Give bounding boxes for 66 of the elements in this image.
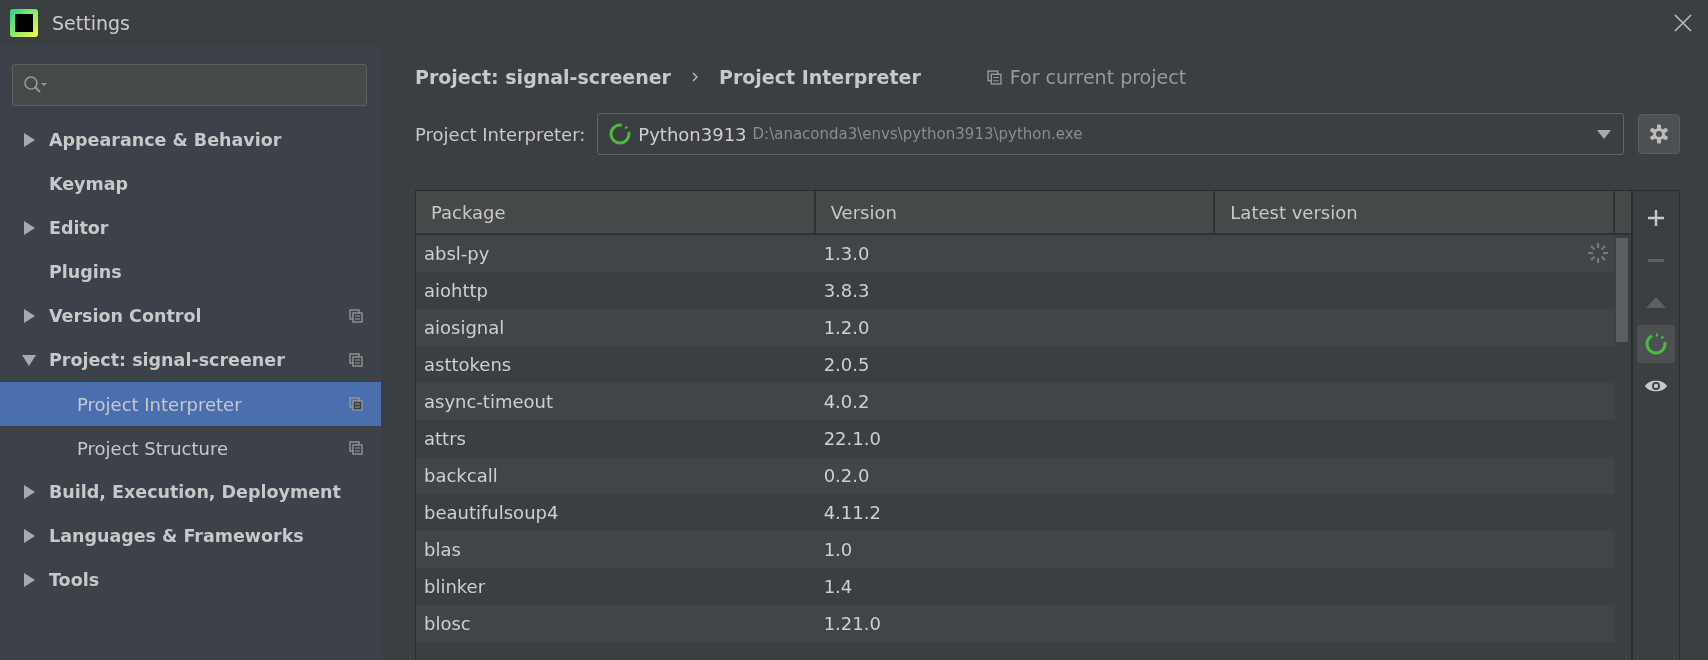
sidebar-item[interactable]: Editor bbox=[0, 206, 381, 250]
sidebar-item[interactable]: Keymap bbox=[0, 162, 381, 206]
table-cell-text: 0.2.0 bbox=[822, 464, 871, 488]
sidebar-item[interactable]: Appearance & Behavior bbox=[0, 118, 381, 162]
scrollbar-thumb[interactable] bbox=[1616, 238, 1628, 342]
expand-arrow-icon bbox=[22, 573, 36, 587]
table-cell-text: 2.0.5 bbox=[822, 353, 871, 377]
expand-arrow-icon bbox=[22, 309, 36, 323]
breadcrumb-item: Project: signal-screener bbox=[415, 66, 671, 88]
column-header[interactable]: Package bbox=[416, 191, 816, 233]
sidebar-item[interactable]: Build, Execution, Deployment bbox=[0, 470, 381, 514]
table-cell-text: 3.8.3 bbox=[822, 279, 871, 303]
breadcrumb-item: Project Interpreter bbox=[719, 66, 921, 88]
sidebar-item[interactable]: Tools bbox=[0, 558, 381, 602]
plus-icon bbox=[1647, 209, 1665, 227]
up-triangle-icon bbox=[1646, 296, 1666, 308]
table-cell-text: attrs bbox=[423, 427, 467, 451]
table-cell-text: beautifulsoup4 bbox=[423, 501, 560, 525]
sidebar-item[interactable]: Project Structure bbox=[0, 426, 381, 470]
table-cell-text: asttokens bbox=[423, 353, 513, 377]
table-cell-text: async-timeout bbox=[423, 390, 554, 414]
loading-ring-icon bbox=[608, 122, 633, 146]
table-cell-text: 1.3.0 bbox=[822, 242, 871, 266]
table-cell-text: 1.2.0 bbox=[822, 316, 871, 340]
search-icon bbox=[23, 75, 49, 95]
table-cell-text: 1.4 bbox=[822, 575, 854, 599]
column-header[interactable]: Version bbox=[815, 191, 1216, 233]
sidebar-item[interactable]: Version Control bbox=[0, 294, 381, 338]
chevron-icon bbox=[691, 71, 699, 83]
sidebar-item[interactable]: Plugins bbox=[0, 250, 381, 294]
scope-note: For current project bbox=[1009, 66, 1187, 88]
gear-icon bbox=[1649, 124, 1669, 144]
window-title: Settings bbox=[52, 12, 130, 34]
search-field[interactable] bbox=[12, 64, 367, 106]
table-cell-text: absl-py bbox=[423, 242, 491, 266]
table-cell-text: blas bbox=[423, 538, 462, 562]
table-cell-text: blinker bbox=[423, 575, 487, 599]
expand-arrow-icon bbox=[22, 221, 36, 235]
table-cell-text: 1.0 bbox=[822, 538, 854, 562]
expand-arrow-icon bbox=[22, 485, 36, 499]
sidebar-item[interactable]: Languages & Frameworks bbox=[0, 514, 381, 558]
spinner-icon bbox=[1587, 242, 1609, 264]
table-cell-text: aiosignal bbox=[423, 316, 506, 340]
column-header[interactable]: Latest version bbox=[1215, 191, 1615, 233]
table-cell-text: 22.1.0 bbox=[822, 427, 882, 451]
app-logo-icon bbox=[10, 9, 38, 37]
expand-arrow-icon bbox=[22, 133, 36, 147]
table-cell-text: blosc bbox=[423, 612, 472, 636]
dropdown-arrow-icon bbox=[1597, 129, 1611, 139]
eye-icon bbox=[1644, 378, 1668, 394]
settings-button[interactable] bbox=[1638, 114, 1680, 154]
minus-icon bbox=[1647, 258, 1665, 262]
sidebar-item[interactable]: Project: signal-screener bbox=[0, 338, 381, 382]
expand-arrow-icon bbox=[22, 353, 36, 367]
conda-button[interactable] bbox=[1637, 325, 1675, 363]
interpreter-label: Project Interpreter: bbox=[415, 123, 586, 145]
table-cell-text: 1.21.0 bbox=[822, 612, 882, 636]
table-cell-text: 4.0.2 bbox=[822, 390, 871, 414]
expand-arrow-icon bbox=[22, 529, 36, 543]
table-cell-text: backcall bbox=[423, 464, 499, 488]
copy-icon bbox=[986, 69, 1002, 85]
table-cell-text: 4.11.2 bbox=[822, 501, 882, 525]
ring-icon bbox=[1644, 332, 1668, 356]
interpreter-dropdown[interactable]: Python3913 D:\anaconda3\envs\python3913\python.exe bbox=[597, 113, 1624, 155]
table-cell-text: aiohttp bbox=[423, 279, 489, 303]
close-icon[interactable] bbox=[1674, 14, 1692, 32]
